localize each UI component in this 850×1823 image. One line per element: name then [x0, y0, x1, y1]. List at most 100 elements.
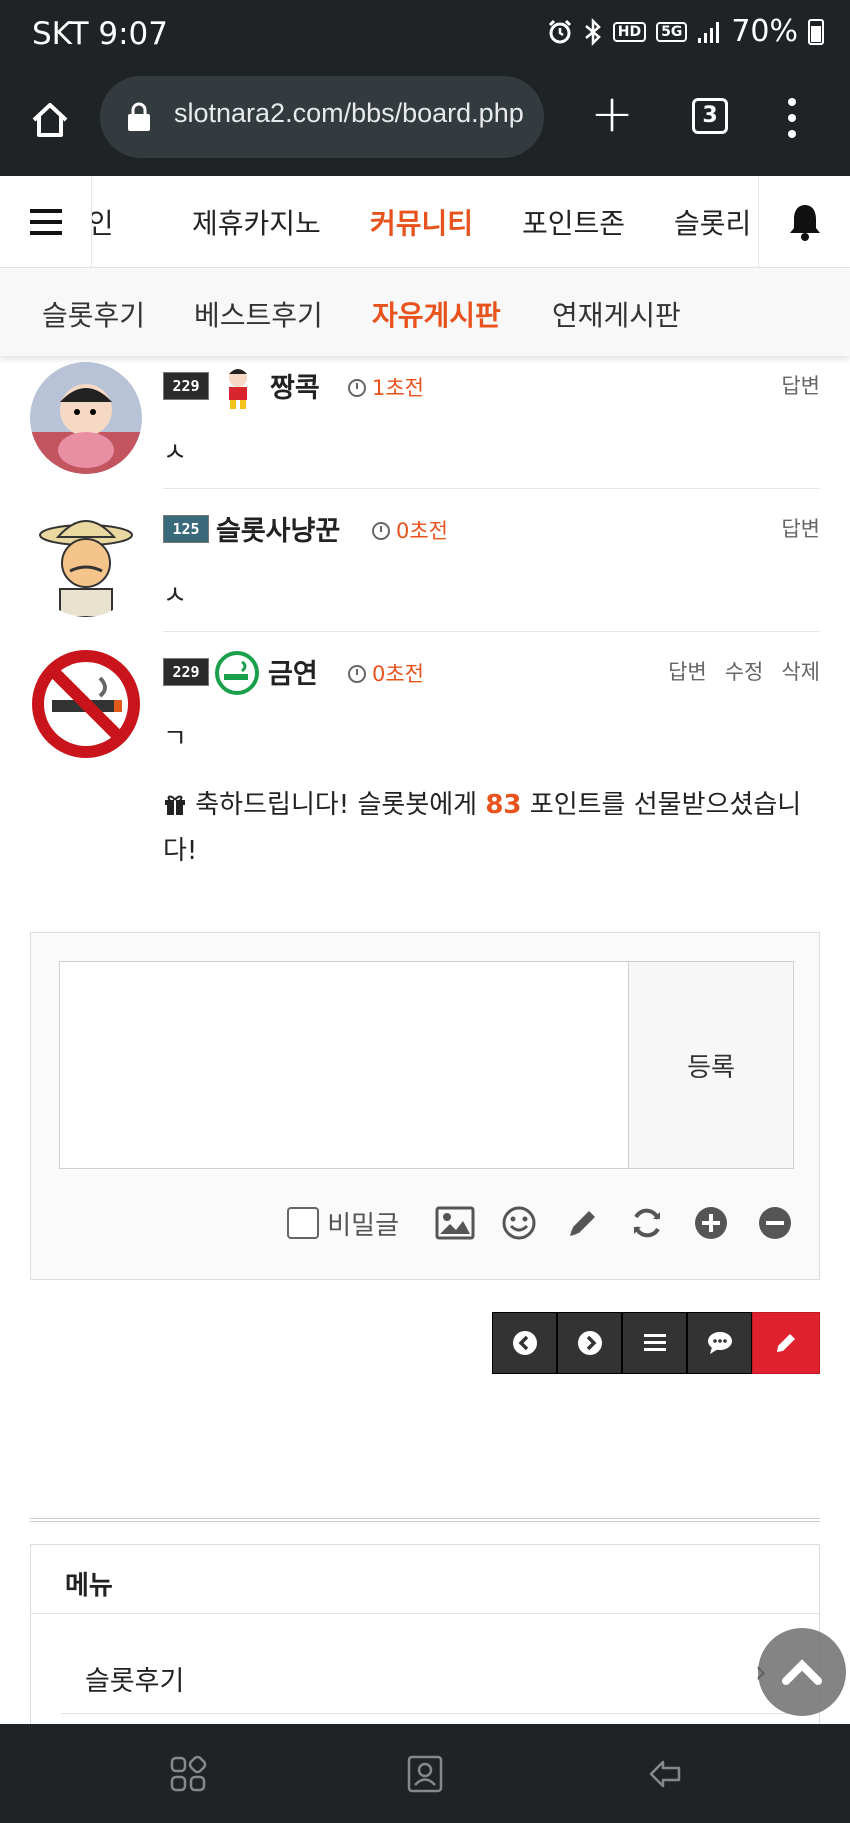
system-nav-bar	[0, 1724, 850, 1823]
pencil-icon[interactable]	[563, 1203, 603, 1243]
gift-icon	[165, 795, 185, 815]
chevron-left-icon	[512, 1331, 537, 1355]
avatar	[30, 505, 142, 617]
menu-title: 메뉴	[65, 1571, 113, 1601]
tab-switcher-button[interactable]: 3	[692, 98, 728, 134]
status-icons: HD 5G 70%	[547, 14, 824, 49]
next-post-button[interactable]	[557, 1312, 622, 1374]
clock-icon	[372, 522, 390, 540]
expand-plus-icon[interactable]	[691, 1203, 731, 1243]
subnav-item-slot-review[interactable]: 슬롯후기	[42, 294, 145, 334]
comment-author[interactable]: 짱콕	[270, 366, 320, 405]
profile-icon[interactable]	[405, 1754, 445, 1794]
speech-bubble-icon	[707, 1332, 732, 1354]
shrink-minus-icon[interactable]	[755, 1203, 795, 1243]
clock-icon	[348, 665, 366, 683]
prev-post-button[interactable]	[492, 1312, 557, 1374]
nav-item-main[interactable]: 메인	[92, 202, 114, 242]
avatar	[30, 362, 142, 474]
reply-link[interactable]: 답변	[781, 513, 820, 543]
bluetooth-icon	[583, 17, 603, 46]
status-time: SKT 9:07	[32, 16, 169, 52]
level-icon: 229	[163, 372, 209, 400]
nav-item-slot[interactable]: 슬롯리	[674, 202, 751, 242]
comment-author[interactable]: 슬롯사냥꾼	[216, 509, 340, 548]
subnav-item-best-review[interactable]: 베스트후기	[194, 294, 323, 334]
comment-actions: 답변 수정 삭제	[668, 656, 820, 686]
comment-time: 1초전	[348, 372, 424, 402]
list-button[interactable]	[622, 1312, 687, 1374]
back-icon[interactable]	[645, 1754, 685, 1794]
address-bar[interactable]: slotnara2.com/bbs/board.php	[100, 76, 544, 158]
menu-divider	[31, 1613, 819, 1614]
chevron-up-icon	[782, 1659, 822, 1685]
secret-label: 비밀글	[327, 1210, 399, 1241]
write-button[interactable]	[752, 1312, 820, 1374]
signal-icon	[697, 20, 721, 44]
subnav-item-free-board[interactable]: 자유게시판	[372, 294, 501, 334]
section-separator	[30, 1518, 820, 1522]
url-text: slotnara2.com/bbs/board.php	[174, 98, 524, 128]
chevron-right-icon	[577, 1331, 602, 1355]
browser-toolbar: slotnara2.com/bbs/board.php + 3	[0, 72, 850, 176]
menu-panel: 메뉴 슬롯후기 ›	[30, 1544, 820, 1754]
battery-icon	[808, 18, 824, 45]
board-nav-buttons	[492, 1312, 820, 1374]
battery-percent: 70%	[731, 14, 798, 49]
comment-divider	[163, 488, 820, 489]
home-icon[interactable]	[28, 98, 72, 142]
hd-voice-icon: HD	[612, 21, 647, 42]
main-nav: 메인 제휴카지노 커뮤니티 포인트존 슬롯리	[0, 176, 850, 268]
comment-actions: 답변	[781, 370, 820, 400]
subnav-item-serial-board[interactable]: 연재게시판	[552, 294, 681, 334]
nav-item-community[interactable]: 커뮤니티	[370, 202, 473, 242]
apps-icon[interactable]	[168, 1754, 208, 1794]
status-bar: SKT 9:07 HD 5G 70%	[0, 0, 850, 72]
alarm-icon	[547, 19, 573, 45]
lock-icon	[128, 102, 150, 131]
menu-item-slot-review[interactable]: 슬롯후기	[85, 1659, 184, 1698]
comment-time-text: 0초전	[396, 519, 449, 543]
gift-prefix: 축하드립니다! 슬롯봇에게	[195, 790, 478, 820]
image-icon[interactable]	[435, 1203, 475, 1243]
comment-item: 125 슬롯사냥꾼 0초전 답변 ㅅ	[30, 505, 820, 625]
bell-icon[interactable]	[758, 176, 850, 268]
comment-body: ㅅ	[163, 581, 187, 611]
nav-item-point-zone[interactable]: 포인트존	[522, 202, 625, 242]
comment-button[interactable]	[687, 1312, 752, 1374]
5g-icon: 5G	[656, 21, 688, 42]
menu-item-divider	[61, 1713, 791, 1714]
comment-divider	[163, 631, 820, 632]
comment-actions: 답변	[781, 513, 820, 543]
comment-time: 0초전	[372, 515, 448, 545]
submit-button[interactable]: 등록	[628, 961, 794, 1169]
secret-option[interactable]: 비밀글	[287, 1205, 399, 1242]
no-smoking-badge-icon	[214, 650, 260, 700]
main-nav-items: 메인 제휴카지노 커뮤니티 포인트존 슬롯리	[92, 176, 759, 268]
more-menu-icon[interactable]	[786, 98, 798, 138]
clock-icon	[348, 379, 366, 397]
member-icon	[220, 366, 256, 414]
reply-link[interactable]: 답변	[668, 656, 707, 686]
emoji-icon[interactable]	[499, 1203, 539, 1243]
comment-item: 229 짱콕 1초전 답변 ㅅ	[30, 362, 820, 482]
comment-tools: 비밀글	[287, 1203, 795, 1243]
hamburger-menu-icon[interactable]	[0, 176, 92, 268]
list-icon	[643, 1334, 666, 1351]
secret-checkbox[interactable]	[287, 1207, 320, 1239]
refresh-icon[interactable]	[627, 1203, 667, 1243]
edit-link[interactable]: 수정	[725, 656, 764, 686]
nav-item-partner-casino[interactable]: 제휴카지노	[192, 202, 321, 242]
comment-author[interactable]: 금연	[268, 652, 318, 691]
comment-time-text: 0초전	[372, 662, 425, 686]
delete-link[interactable]: 삭제	[781, 656, 820, 686]
sub-nav: 슬롯후기 베스트후기 자유게시판 연재게시판	[0, 268, 850, 356]
level-icon: 229	[163, 658, 209, 686]
comment-textarea[interactable]	[59, 961, 629, 1169]
comment-time: 0초전	[348, 658, 424, 688]
pencil-icon	[777, 1334, 795, 1352]
gift-points: 83	[485, 790, 522, 820]
new-tab-button[interactable]: +	[590, 88, 634, 140]
reply-link[interactable]: 답변	[781, 370, 820, 400]
scroll-to-top-button[interactable]	[758, 1628, 846, 1716]
